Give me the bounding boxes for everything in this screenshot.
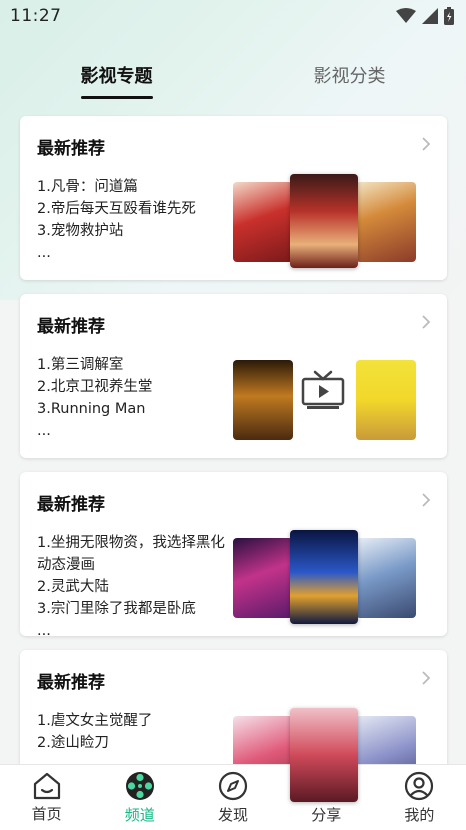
topic-card[interactable]: 最新推荐 1.坐拥无限物资，我选择黑化 动态漫画 2.灵武大陆 3.宗门里除了我… (20, 472, 447, 639)
tab-categories-label: 影视分类 (313, 66, 386, 87)
tab-topics-label: 影视专题 (80, 66, 153, 87)
topic-card-list: 最新推荐 1.凡骨：问道篇 2.帝后每天互殴看谁先死 3.宠物救护站 ... 最… (20, 116, 447, 828)
compass-icon (218, 771, 248, 800)
card-item-list: 1.第三调解室 2.北京卫视养生堂 3.Running Man ... (37, 354, 232, 442)
card-item[interactable]: 3.Running Man (37, 398, 232, 420)
user-icon (405, 771, 434, 800)
battery-icon (444, 7, 454, 25)
card-title: 最新推荐 (37, 495, 105, 515)
poster-image[interactable] (233, 182, 293, 262)
card-item-list: 1.虐文女主觉醒了 2.途山睑刀 (37, 710, 232, 754)
nav-channels-label: 频道 (124, 805, 155, 824)
home-icon (33, 772, 60, 799)
card-item[interactable]: 1.第三调解室 (37, 354, 232, 376)
nav-channels[interactable]: 频道 (93, 765, 186, 830)
nav-home[interactable]: 首页 (0, 765, 93, 830)
card-item-more: ... (37, 623, 51, 639)
card-item[interactable]: 2.途山睑刀 (37, 732, 232, 754)
card-item[interactable]: 3.宗门里除了我都是卧底 (37, 598, 232, 620)
card-item[interactable]: 1.虐文女主觉醒了 (37, 710, 232, 732)
status-bar: 11:27 (0, 0, 466, 32)
nav-home-label: 首页 (31, 804, 62, 823)
tab-bar: 影视专题 影视分类 (0, 62, 466, 106)
tab-active-indicator (80, 96, 153, 99)
wifi-icon (396, 8, 416, 23)
tv-play-icon (301, 370, 345, 409)
topic-card[interactable]: 最新推荐 1.第三调解室 2.北京卫视养生堂 3.Running Man ... (20, 294, 447, 458)
nav-mine[interactable]: 我的 (373, 765, 466, 830)
poster-group (233, 174, 418, 268)
poster-group (233, 352, 418, 442)
card-title: 最新推荐 (37, 317, 105, 337)
poster-image[interactable] (356, 538, 416, 618)
status-icons (396, 7, 454, 25)
poster-image[interactable] (290, 530, 358, 624)
chevron-right-icon[interactable] (421, 314, 431, 330)
tab-topics[interactable]: 影视专题 (0, 62, 233, 106)
poster-image[interactable] (290, 174, 358, 268)
chevron-right-icon[interactable] (421, 136, 431, 152)
card-item[interactable]: 2.灵武大陆 (37, 576, 232, 598)
poster-image[interactable] (233, 538, 293, 618)
poster-image[interactable] (356, 182, 416, 262)
tab-categories[interactable]: 影视分类 (233, 62, 466, 106)
card-item-more: ... (37, 245, 51, 261)
nav-share-label: 分享 (311, 805, 342, 824)
chevron-right-icon[interactable] (421, 492, 431, 508)
card-title: 最新推荐 (37, 673, 105, 693)
nav-discover-label: 发现 (218, 805, 249, 824)
nav-mine-label: 我的 (404, 805, 435, 824)
card-title: 最新推荐 (37, 139, 105, 159)
card-item-list: 1.凡骨：问道篇 2.帝后每天互殴看谁先死 3.宠物救护站 ... (37, 176, 232, 264)
nav-discover[interactable]: 发现 (186, 765, 279, 830)
chevron-right-icon[interactable] (421, 670, 431, 686)
card-item-list: 1.坐拥无限物资，我选择黑化 动态漫画 2.灵武大陆 3.宗门里除了我都是卧底 … (37, 532, 232, 642)
status-time: 11:27 (10, 6, 62, 26)
card-item[interactable]: 1.凡骨：问道篇 (37, 176, 232, 198)
topic-card[interactable]: 最新推荐 1.凡骨：问道篇 2.帝后每天互殴看谁先死 3.宠物救护站 ... (20, 116, 447, 280)
bottom-navigation: 首页 频道 发现 分享 我的 (0, 764, 466, 830)
film-reel-icon (125, 771, 154, 800)
poster-image[interactable] (356, 360, 416, 440)
signal-icon (422, 8, 438, 24)
card-item[interactable]: 1.坐拥无限物资，我选择黑化 动态漫画 (37, 532, 232, 576)
poster-group (233, 530, 418, 624)
card-item[interactable]: 3.宠物救护站 (37, 220, 232, 242)
card-item[interactable]: 2.帝后每天互殴看谁先死 (37, 198, 232, 220)
card-item-more: ... (37, 423, 51, 439)
card-item[interactable]: 2.北京卫视养生堂 (37, 376, 232, 398)
poster-image[interactable] (233, 360, 293, 440)
poster-image[interactable] (290, 708, 358, 802)
